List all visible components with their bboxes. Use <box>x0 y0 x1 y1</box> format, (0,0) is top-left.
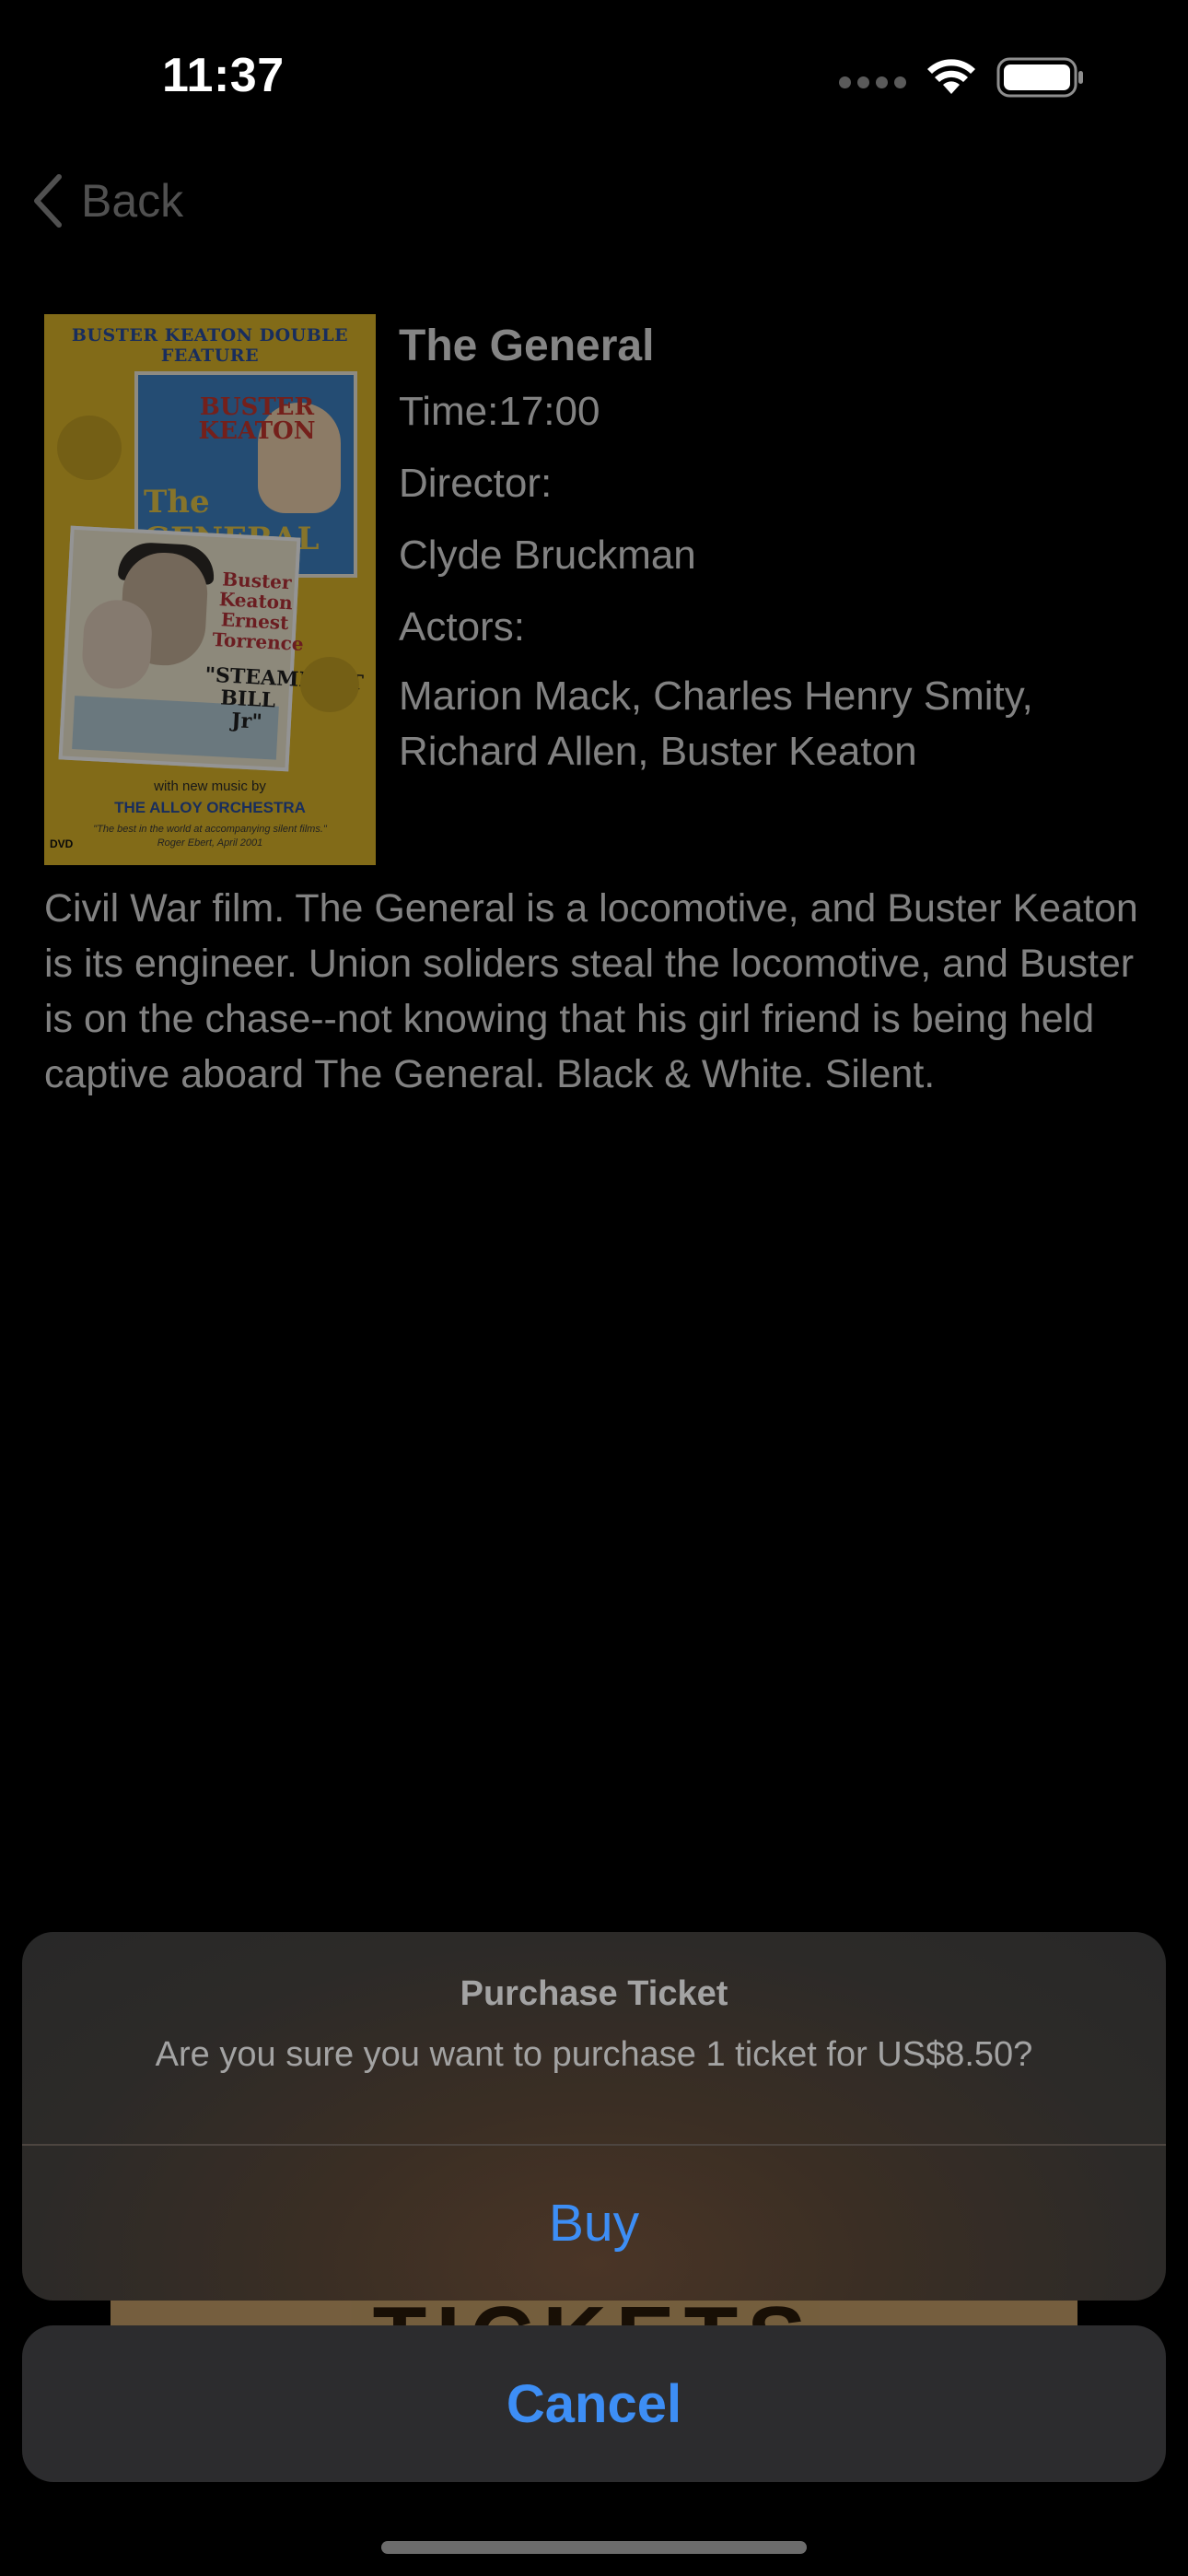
movie-info: The General Time:17:00 Director: Clyde B… <box>399 313 1154 779</box>
movie-detail-screen: 11:37 Back BUSTER KEATON DOUBLE FEATURE <box>0 0 1188 2576</box>
home-indicator[interactable] <box>381 2541 807 2554</box>
showtime: Time:17:00 <box>399 389 600 434</box>
back-label: Back <box>81 175 184 227</box>
action-sheet-title: Purchase Ticket <box>460 1974 728 2013</box>
actors-label: Actors: <box>399 604 525 650</box>
back-button[interactable]: Back <box>31 173 183 228</box>
actors-list: Marion Mack, Charles Henry Smity, Richar… <box>399 673 1033 774</box>
action-sheet-message: Are you sure you want to purchase 1 tick… <box>155 2035 1033 2074</box>
poster-header: BUSTER KEATON DOUBLE FEATURE <box>71 325 349 366</box>
poster-illustration-face-2 <box>80 598 154 691</box>
cancel-button[interactable]: Cancel <box>22 2325 1166 2482</box>
buy-button[interactable]: Buy <box>22 2146 1166 2301</box>
director-label: Director: <box>399 461 553 506</box>
poster-card2-credits: Buster Keaton Ernest Torrence <box>211 568 305 656</box>
poster-card-steamboat: Buster Keaton Ernest Torrence "STEAMBOAT… <box>58 525 365 772</box>
poster-card2-title: "STEAMBOAT BILL Jr" <box>204 662 365 734</box>
movie-camera-icon <box>300 657 359 712</box>
movie-title: The General <box>399 322 655 370</box>
chevron-left-icon <box>34 174 62 228</box>
dvd-logo: DVD <box>50 837 74 850</box>
poster-quote: "The best in the world at accompanying s… <box>93 824 327 849</box>
movie-poster: BUSTER KEATON DOUBLE FEATURE BUSTER KEAT… <box>44 314 376 865</box>
director-name: Clyde Bruckman <box>399 533 696 578</box>
poster-orchestra: THE ALLOY ORCHESTRA <box>114 799 306 816</box>
purchase-action-sheet: Purchase Ticket Are you sure you want to… <box>22 1932 1166 2301</box>
film-reel-icon <box>57 416 122 480</box>
movie-synopsis: Civil War film. The General is a locomot… <box>44 886 1138 1096</box>
poster-card1-name: BUSTER KEATON <box>198 393 316 445</box>
poster-music-line: with new music by <box>154 779 266 794</box>
